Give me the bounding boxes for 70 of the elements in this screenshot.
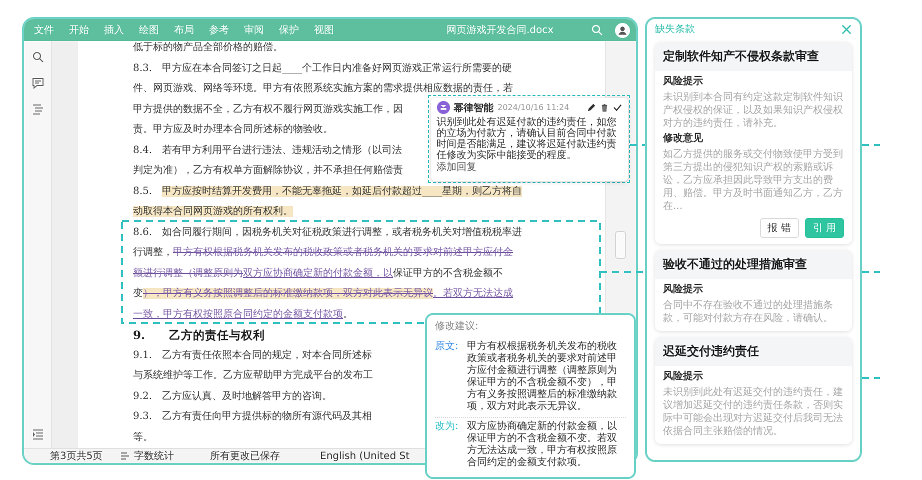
menu-item[interactable]: 文件 [34, 23, 54, 37]
card-title: 定制软件知产不侵权条款审查 [655, 42, 852, 71]
leader-line [862, 144, 880, 146]
leader-line [862, 377, 880, 379]
suggestion-label: 原文: [435, 341, 460, 354]
comment-text: 识别到此处有迟延付款的违约责任，如您的立场为付款方，请确认目前合同中付款时间是否能满足，建议将迟延付款违约责任修改为实际中能接受的程度。 [436, 116, 618, 160]
user-avatar[interactable] [615, 22, 630, 38]
card-title: 迟延交付违约责任 [655, 337, 852, 366]
edit-icon[interactable] [586, 103, 596, 112]
comment-time: 2024/10/16 11:24 [498, 103, 570, 112]
document-line: 8.3. 甲方应在本合同签订之日起____个工作日内准备好网页游戏正常运行所需要的硬 [133, 62, 512, 75]
document-line: 件、网页游戏、网络等环境。甲方有依照系统实施方案的需求提供相应数据的责任，若 [133, 83, 513, 96]
document-line: 责。甲方应及时办理本合同所述标的物验收。 [133, 124, 333, 136]
suggestion-label: 改为: [435, 421, 460, 434]
suggestion-text: 甲方有权根据税务机关发布的税收政策或者税务机关的要求对前述甲方应付金额进行调整（调整原则为保证甲方的不含税金额不变），甲方有义务按照调整后的标准缴纳款项，双方对此表示无异议。 [467, 341, 618, 413]
card-title: 验收不通过的处理措施审查 [655, 250, 852, 279]
document-line: 8.4. 若有甲方利用平台进行违法、违规活动之情形（以司法 [133, 144, 402, 157]
menu-item[interactable]: 参考 [209, 23, 229, 37]
document-line: 8.5. 甲方应按时结算开发费用，不能无辜拖延，如延后付款超过____星期，则乙方将自 [133, 186, 522, 198]
check-icon[interactable] [612, 103, 622, 112]
section-text: 如乙方提供的服务或交付物致使甲方受到第三方提出的侵犯知识产权的索赔或诉讼，乙方应承担因此导致甲方支出的费用、赔偿。甲方及时书面通知乙方，乙方在... [663, 148, 844, 213]
save-status: 所有更改已保存 [210, 450, 281, 463]
document-line: 9.2. 乙方应认真、及时地解答甲方的咨询。 [133, 390, 332, 403]
section-text: 合同中不存在验收不通过的处理措施条款，可能对付款方存在风险，请确认。 [663, 299, 834, 325]
document-line: 8.6. 如合同履行期间，因税务机关对征税政策进行调整，或者税务机关对增值税税率进 [133, 226, 522, 239]
section-label: 风险提示 [663, 283, 704, 297]
menu-item[interactable]: 视图 [314, 23, 334, 37]
section-label: 风险提示 [663, 75, 704, 89]
document-line: 判定为准），乙方有权单方面解除协议，并不承担任何赔偿责 [133, 165, 403, 178]
panel-title: 缺失条款 [655, 22, 695, 36]
document-line: 低于标的物产品全部价格的赔偿。 [133, 42, 283, 54]
page-count: 第3页共5页 [50, 450, 104, 463]
section-heading: 9. 乙方的责任与权利 [133, 329, 266, 342]
menu-item[interactable]: 布局 [174, 23, 194, 37]
document-line: 变），甲方有义务按照调整后的标准缴纳款项，双方对此表示无异议。若双方无法达成 [133, 288, 513, 300]
document-title: 网页游戏开发合同.docx [445, 24, 555, 37]
leader-line [862, 271, 880, 273]
bot-avatar-icon [436, 101, 450, 114]
document-line: 额进行调整（调整原则为双方应协商确定新的付款金额，以保证甲方的不含税金额不 [133, 268, 503, 280]
delete-icon[interactable] [600, 103, 608, 112]
menu-item[interactable]: 保护 [279, 23, 299, 37]
cite-button[interactable]: 引 用 [804, 218, 844, 238]
menu-item[interactable]: 开始 [69, 23, 89, 37]
section-label: 风险提示 [663, 370, 704, 384]
document-line: 等。 [133, 432, 153, 444]
document-line: 甲方提供的数据不全，乙方有权不履行网页游戏实施工作，因 [133, 104, 403, 116]
language-status[interactable]: English (United St [320, 450, 410, 462]
word-count-button[interactable]: 字数统计 [134, 449, 174, 463]
document-line: 与系统维护等工作。乙方应帮助甲方完成平台的发布工 [133, 370, 373, 382]
list-icon[interactable] [32, 428, 44, 440]
outline-icon[interactable] [32, 103, 44, 115]
suggestion-text: 双方应协商确定新的付款金额，以保证甲方的不含税金额不变。若双方无法达成一致，甲方有权按照原合同约定的金额支付款项。 [467, 421, 618, 469]
menu-item[interactable]: 审阅 [244, 23, 264, 37]
section-label: 修改意见 [663, 132, 704, 146]
comment-author: 幂律智能 [454, 102, 494, 114]
section-text: 未识别到本合同有约定这款定制软件知识产权侵权的保证，以及如果知识产权侵权对方的违约责任，请补充。 [663, 91, 844, 130]
report-button[interactable]: 报 错 [760, 218, 799, 238]
comment-icon[interactable] [32, 77, 44, 89]
search-icon[interactable] [32, 51, 44, 63]
document-line: 9.3. 乙方有责任向甲方提供标的物所有源代码及其相 [133, 411, 372, 424]
document-line: 9.1. 乙方有责任依照本合同的规定，对本合同所述标 [133, 350, 372, 362]
menu-item[interactable]: 绘图 [139, 23, 159, 37]
document-line: 一致，甲方有权按照原合同约定的金额支付款项。 [133, 308, 353, 321]
document-line: 行调整，甲方有权根据税务机关发布的税收政策或者税务机关的要求对前述甲方应付金 [133, 247, 513, 260]
section-text: 未识别到此处有迟延交付的违约责任，建议增加迟延交付的违约责任条款，否则实际中可能会出现对方迟延交付后我司无法依据合同主张赔偿的情况。 [663, 386, 844, 438]
word-count-icon [120, 451, 130, 461]
leader-line [600, 271, 645, 273]
add-reply-link[interactable]: 添加回复 [436, 162, 476, 172]
suggestion-title: 修改建议: [435, 320, 480, 334]
menu-item[interactable]: 插入 [104, 23, 124, 37]
